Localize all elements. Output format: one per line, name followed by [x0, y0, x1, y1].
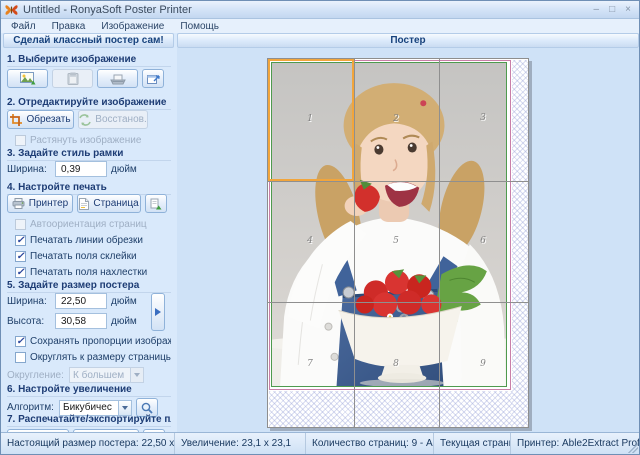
checkbox-box: ✓ [15, 234, 26, 246]
checkbox-box: ✓ [15, 266, 26, 278]
poster-height-label: Высота: [7, 315, 45, 327]
rounding-label: Округление: [7, 369, 64, 381]
tile-number-2[interactable]: 2 [386, 114, 406, 124]
tile-number-5[interactable]: 5 [386, 236, 406, 246]
resize-grip[interactable] [628, 443, 638, 453]
section1-title: 1. Выберите изображение [7, 54, 171, 67]
paste-image-button[interactable] [52, 69, 93, 88]
auto-orient-checkbox[interactable]: Автоориентация страниц [15, 219, 171, 230]
status-poster-size: Настоящий размер постера: 22,50 x 30,58 … [1, 433, 175, 454]
poster-header: Постер [177, 33, 639, 48]
scan-image-button[interactable] [97, 69, 138, 88]
poster-height-input[interactable]: 30,58 [55, 313, 107, 329]
maximize-button[interactable]: □ [609, 4, 615, 15]
printer-setup-button[interactable]: Принтер [7, 194, 73, 213]
scanner-icon [109, 74, 126, 84]
section2-title: 2. Отредактируйте изображение [7, 97, 171, 110]
section5-title: 5. Задайте размер постера [7, 280, 171, 293]
rounding-select[interactable]: К большем [69, 367, 131, 383]
poster-width-input[interactable]: 22,50 [55, 293, 107, 309]
tile-number-6[interactable]: 6 [473, 236, 493, 246]
app-window: Untitled - RonyaSoft Poster Printer – □ … [0, 0, 640, 455]
tile-grid-line-horizontal-1 [268, 181, 528, 182]
arrow-right-icon [155, 308, 161, 316]
section7-title: 7. Распечатайте/экспортируйте плак [7, 414, 171, 427]
tile-grid-line-horizontal-2 [268, 302, 528, 303]
status-zoom: Увеличение: 23,1 x 23,1 [175, 433, 306, 454]
poster-page[interactable]: 1 2 3 4 5 6 7 8 9 [267, 58, 529, 428]
print-cutlines-checkbox[interactable]: ✓ Печатать линии обрезки [15, 235, 171, 246]
checkbox-box [15, 135, 26, 146]
round-to-page-checkbox[interactable]: Округлять к размеру страницы [15, 352, 171, 363]
checkbox-box: ✓ [15, 250, 26, 262]
restore-icon [79, 113, 92, 126]
poster-width-label: Ширина: [7, 295, 47, 307]
overlap-margin-right [512, 60, 528, 427]
menu-help[interactable]: Помощь [180, 21, 219, 32]
status-printer: Принтер: Able2Extract Professi... [517, 438, 639, 449]
menu-image[interactable]: Изображение [101, 21, 164, 32]
page-setup-button[interactable]: Страница [77, 194, 141, 213]
magnifier-icon [141, 402, 153, 414]
open-image-button[interactable] [7, 69, 48, 88]
tile-number-7[interactable]: 7 [300, 359, 320, 369]
checkbox-box [15, 352, 26, 363]
keep-proportions-checkbox[interactable]: ✓ Сохранять пропорции изображения [15, 336, 171, 347]
apply-size-button[interactable] [151, 293, 165, 331]
tile-number-4[interactable]: 4 [300, 236, 320, 246]
crop-icon [10, 113, 23, 126]
poster-height-unit: дюйм [111, 315, 137, 327]
acquire-image-button[interactable] [142, 69, 164, 88]
printer-icon [12, 198, 25, 209]
overlap-margin-bottom [269, 391, 512, 427]
import-window-icon [146, 74, 160, 84]
stretch-image-checkbox[interactable]: Растянуть изображение [15, 135, 171, 146]
close-button[interactable]: × [625, 4, 631, 15]
control-panel: 1. Выберите изображение 2. Отредактируйт… [1, 48, 174, 433]
border-width-unit: дюйм [111, 163, 137, 175]
border-width-label: Ширина: [7, 163, 47, 175]
minimize-button[interactable]: – [594, 4, 600, 15]
tile-number-8[interactable]: 8 [386, 359, 406, 369]
menu-edit[interactable]: Правка [52, 21, 86, 32]
tile-number-3[interactable]: 3 [473, 113, 493, 123]
status-current-page: Текущая страница: 1 [434, 433, 511, 454]
poster-width-unit: дюйм [111, 295, 137, 307]
checkbox-box: ✓ [15, 335, 26, 347]
pages-icon [150, 198, 162, 209]
menu-bar: Файл Правка Изображение Помощь [1, 19, 639, 33]
title-bar[interactable]: Untitled - RonyaSoft Poster Printer – □ … [1, 1, 639, 19]
restore-button[interactable]: Восстанов. [78, 110, 148, 129]
wizard-header[interactable]: Сделай классный постер сам! [3, 33, 174, 48]
print-preview-button[interactable] [145, 194, 167, 213]
section6-title: 6. Настройте увеличение [7, 384, 171, 397]
crop-button[interactable]: Обрезать [7, 110, 74, 129]
paste-icon [67, 72, 78, 85]
page-icon [79, 197, 90, 210]
current-tile-highlight[interactable] [268, 59, 354, 181]
status-bar: Настоящий размер постера: 22,50 x 30,58 … [1, 432, 639, 454]
tile-grid-line-vertical-1 [354, 59, 355, 427]
window-title: Untitled - RonyaSoft Poster Printer [23, 3, 192, 16]
algorithm-label: Алгоритм: [7, 402, 54, 413]
poster-preview-area: 1 2 3 4 5 6 7 8 9 [177, 48, 639, 433]
tile-grid-line-vertical-2 [439, 59, 440, 427]
print-gluemargins-checkbox[interactable]: ✓ Печатать поля склейки [15, 251, 171, 262]
menu-file[interactable]: Файл [11, 21, 36, 32]
print-overlap-checkbox[interactable]: ✓ Печатать поля нахлестки [15, 267, 171, 278]
open-image-icon [19, 72, 35, 85]
checkbox-box [15, 219, 26, 230]
status-page-count: Количество страниц: 9 - A4 [306, 433, 434, 454]
app-logo-butterfly-icon [5, 4, 18, 15]
section3-title: 3. Задайте стиль рамки [7, 148, 171, 161]
rounding-dropdown-arrow[interactable] [131, 367, 144, 383]
border-width-input[interactable]: 0,39 [55, 161, 107, 177]
tile-number-9[interactable]: 9 [473, 359, 493, 369]
